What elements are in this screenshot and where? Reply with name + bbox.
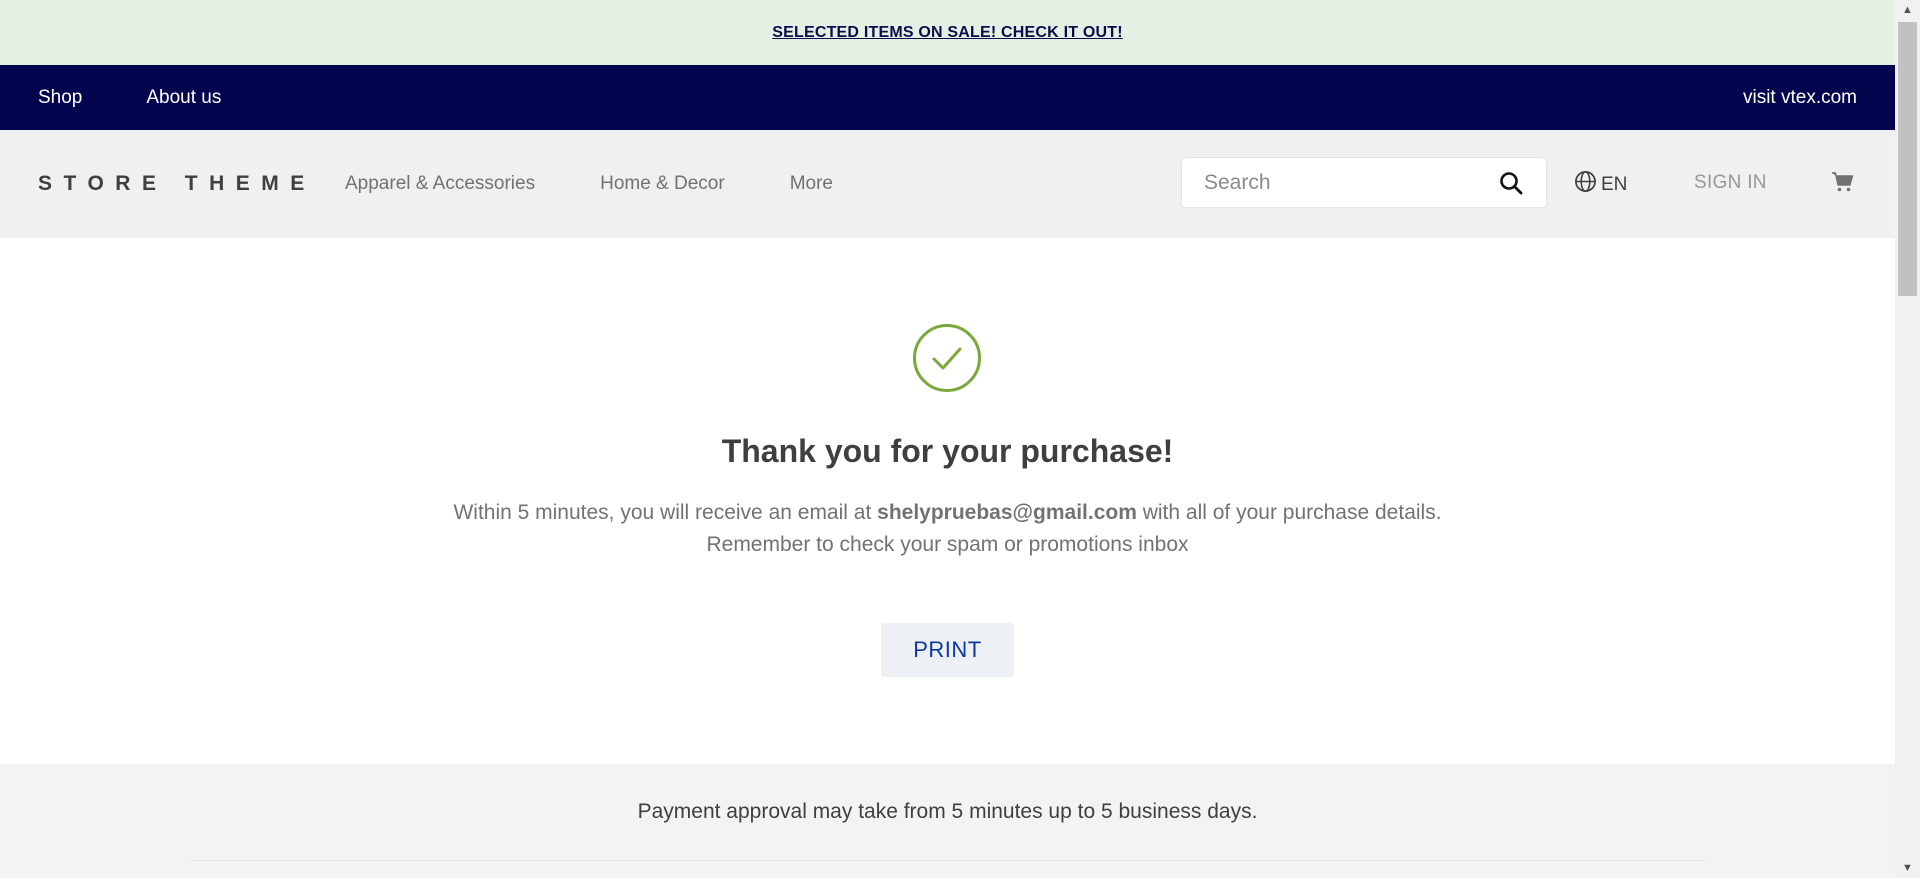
scroll-up-arrow-icon[interactable]: ▲ xyxy=(1895,0,1920,20)
promo-bar: SELECTED ITEMS ON SALE! CHECK IT OUT! xyxy=(0,0,1895,65)
menu-item-home-decor[interactable]: Home & Decor xyxy=(600,173,725,195)
top-nav-shop-link[interactable]: Shop xyxy=(38,87,82,109)
top-nav-links: Shop About us xyxy=(38,87,221,109)
page-title: Thank you for your purchase! xyxy=(721,433,1174,469)
payment-info-section: Payment approval may take from 5 minutes… xyxy=(0,764,1895,878)
order-confirmation: Thank you for your purchase! Within 5 mi… xyxy=(0,238,1895,764)
confirmation-message-line2: Remember to check your spam or promotion… xyxy=(706,533,1189,556)
check-circle-icon xyxy=(912,323,982,393)
confirmation-message-line1: Within 5 minutes, you will receive an em… xyxy=(0,497,1895,529)
language-switcher[interactable]: EN xyxy=(1574,170,1627,199)
globe-icon xyxy=(1574,170,1597,199)
category-menu: Apparel & Accessories Home & Decor More xyxy=(345,173,833,195)
message-suffix: with all of your purchase details. xyxy=(1142,501,1442,524)
store-logo[interactable]: STORE THEME xyxy=(38,172,345,196)
confirmation-message: Within 5 minutes, you will receive an em… xyxy=(0,497,1895,561)
customer-email: shelypruebas@gmail.com xyxy=(877,501,1137,524)
visit-vtex-link[interactable]: visit vtex.com xyxy=(1743,87,1857,108)
store-header: STORE THEME Apparel & Accessories Home &… xyxy=(0,130,1895,238)
divider xyxy=(190,860,1706,861)
scroll-thumb[interactable] xyxy=(1898,22,1917,296)
search-input[interactable] xyxy=(1204,170,1498,195)
menu-item-more[interactable]: More xyxy=(790,173,833,195)
top-nav-about-link[interactable]: About us xyxy=(146,87,221,109)
page-scrollbar[interactable]: ▲ ▼ xyxy=(1895,0,1920,878)
cart-icon[interactable] xyxy=(1831,170,1857,196)
language-label: EN xyxy=(1601,173,1628,195)
scroll-down-arrow-icon[interactable]: ▼ xyxy=(1895,858,1920,878)
top-nav-right: visit vtex.com xyxy=(1743,87,1857,109)
payment-approval-note: Payment approval may take from 5 minutes… xyxy=(637,800,1258,823)
message-prefix: Within 5 minutes, you will receive an em… xyxy=(453,501,872,524)
search-icon[interactable] xyxy=(1498,170,1524,196)
search-box xyxy=(1181,157,1547,208)
top-nav: Shop About us visit vtex.com xyxy=(0,65,1895,130)
sign-in-button[interactable]: SIGN IN xyxy=(1694,172,1767,194)
menu-item-apparel[interactable]: Apparel & Accessories xyxy=(345,173,535,195)
promo-link[interactable]: SELECTED ITEMS ON SALE! CHECK IT OUT! xyxy=(772,24,1123,42)
print-button[interactable]: PRINT xyxy=(881,623,1014,677)
